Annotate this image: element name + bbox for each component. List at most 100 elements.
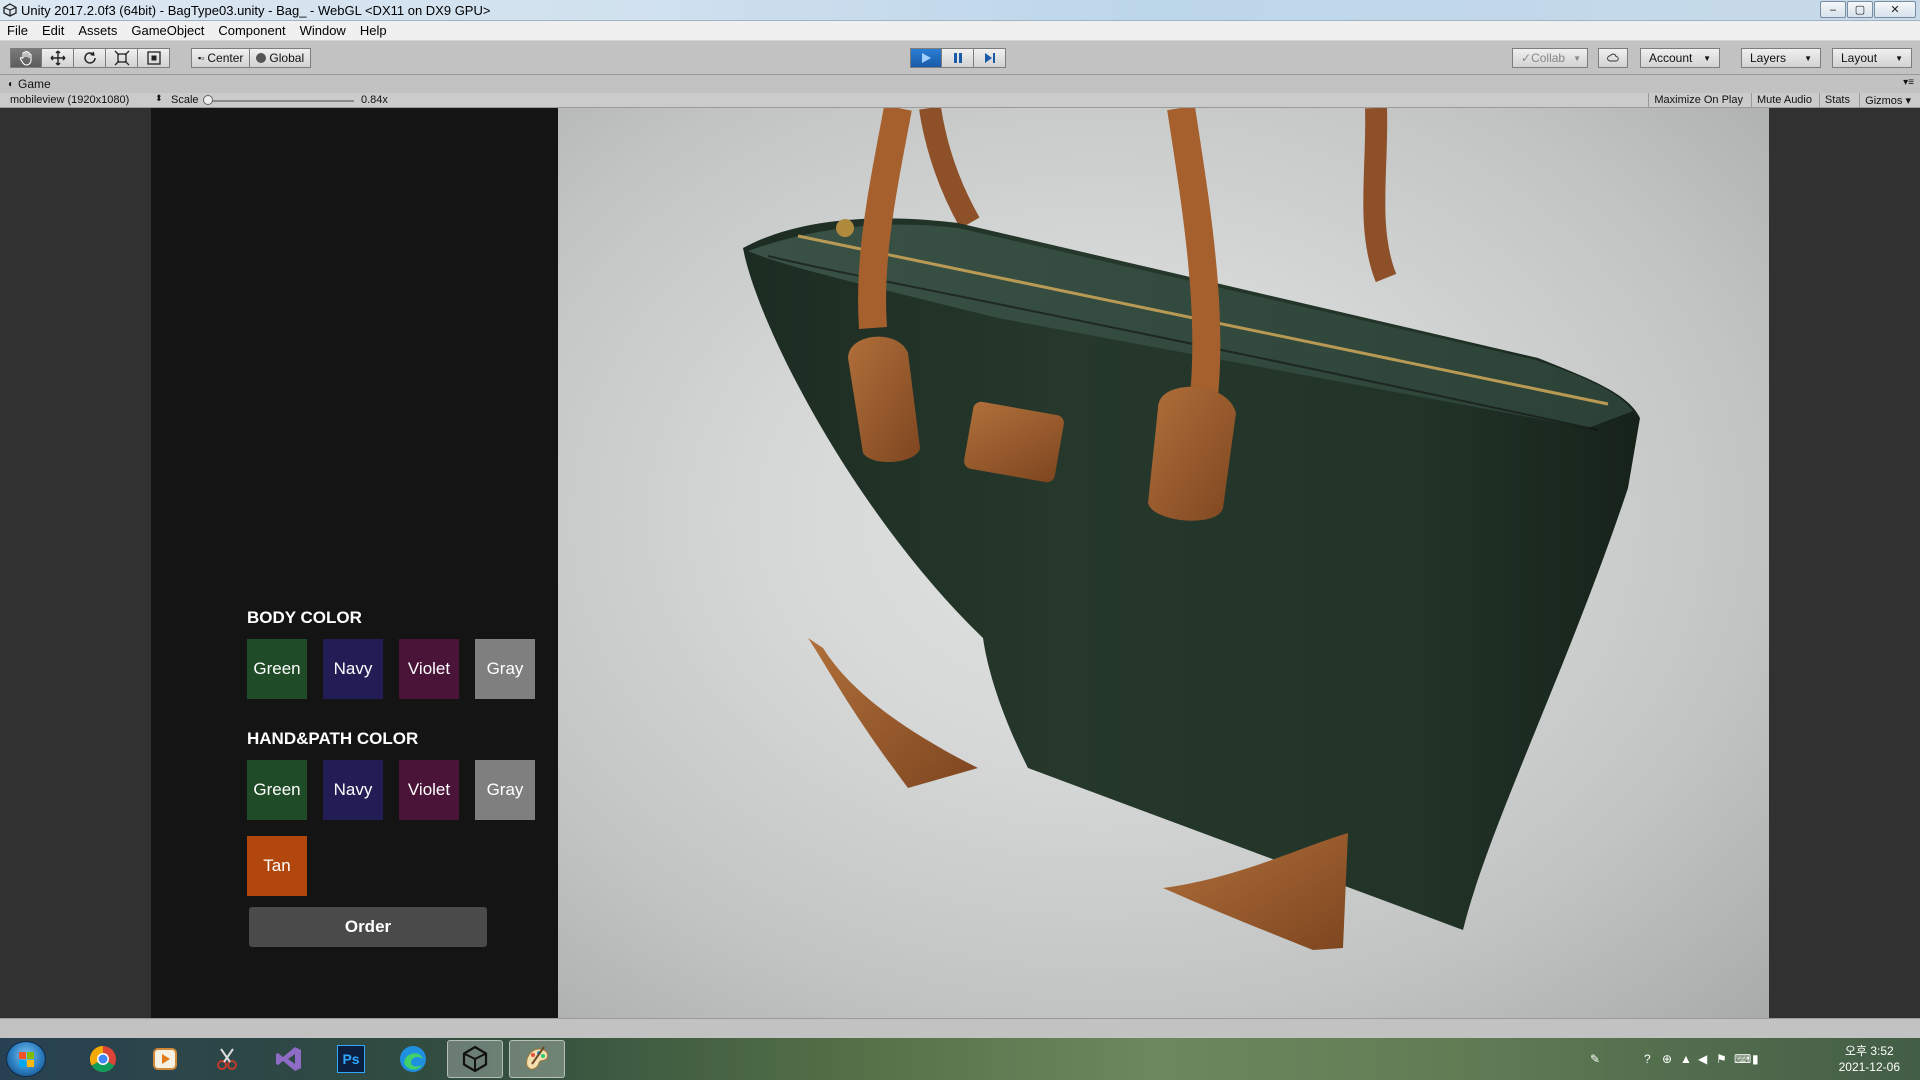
play-button[interactable] <box>910 48 942 68</box>
stats-button[interactable]: Stats <box>1818 93 1855 108</box>
chrome-taskbar-button[interactable] <box>75 1040 131 1078</box>
pivot-rotation-button[interactable]: Global <box>250 48 312 68</box>
account-dropdown[interactable]: Account ▼ <box>1640 48 1720 68</box>
game-tab[interactable]: ◐ Game ▾≡ <box>0 75 1920 93</box>
menu-edit[interactable]: Edit <box>42 23 64 38</box>
clock-date: 2021-12-06 <box>1838 1060 1900 1074</box>
visual-studio-icon <box>276 1047 301 1071</box>
flag-icon[interactable]: ⚑ <box>1716 1052 1727 1066</box>
play-icon <box>922 53 931 63</box>
photoshop-icon: Ps <box>337 1045 365 1073</box>
photoshop-taskbar-button[interactable]: Ps <box>323 1040 379 1078</box>
transform-tools <box>10 48 170 68</box>
pause-icon <box>953 53 962 63</box>
scissors-icon <box>217 1048 237 1070</box>
close-button[interactable]: ✕ <box>1874 1 1916 18</box>
body-color-green-button[interactable]: Green <box>247 639 307 699</box>
pivot-mode-button[interactable]: ▪▫ Center <box>191 48 251 68</box>
start-button[interactable] <box>6 1041 46 1077</box>
clock[interactable]: 오후 3:52 2021-12-06 <box>1839 1043 1900 1075</box>
keyboard-icon[interactable]: ⌨ <box>1734 1052 1751 1066</box>
check-icon: ✓ <box>1521 51 1532 65</box>
show-hidden-icons-icon[interactable]: ▲ <box>1680 1052 1692 1066</box>
pivot-center-icon: ▪▫ <box>198 53 205 63</box>
window-title: Unity 2017.2.0f3 (64bit) - BagType03.uni… <box>21 2 491 18</box>
game-view[interactable]: BODY COLOR Green Navy Violet Gray HAND&P… <box>0 108 1920 1018</box>
snipping-tool-taskbar-button[interactable] <box>199 1040 255 1078</box>
layers-dropdown[interactable]: Layers ▼ <box>1741 48 1821 68</box>
menu-file[interactable]: File <box>7 23 28 38</box>
step-icon <box>984 53 995 63</box>
pivot-mode-label: Center <box>207 51 244 65</box>
minimize-button[interactable]: – <box>1820 1 1846 18</box>
title-bar: Unity 2017.2.0f3 (64bit) - BagType03.uni… <box>0 0 1920 21</box>
hand-color-violet-button[interactable]: Violet <box>399 760 459 820</box>
windows-logo-icon <box>19 1052 34 1067</box>
layout-dropdown[interactable]: Layout ▼ <box>1832 48 1912 68</box>
playback-controls <box>910 48 1006 68</box>
maximize-button[interactable]: ▢ <box>1847 1 1873 18</box>
pivot-toggles: ▪▫ Center Global <box>191 48 312 68</box>
gizmos-button[interactable]: Gizmos ▾ <box>1859 93 1916 108</box>
menu-assets[interactable]: Assets <box>78 23 117 38</box>
volume-icon[interactable]: ◀ <box>1698 1052 1707 1066</box>
media-player-taskbar-button[interactable] <box>137 1040 193 1078</box>
scale-label: Scale <box>171 94 199 106</box>
scale-tool-button[interactable] <box>106 48 138 68</box>
hand-color-green-label: Green <box>253 780 301 799</box>
paint-icon <box>526 1046 549 1070</box>
color-options-panel: BODY COLOR Green Navy Violet Gray HAND&P… <box>151 108 558 1018</box>
maximize-on-play-button[interactable]: Maximize On Play <box>1648 93 1748 108</box>
body-color-gray-button[interactable]: Gray <box>475 639 535 699</box>
chevron-down-icon: ▼ <box>1573 53 1582 63</box>
rect-tool-button[interactable] <box>138 48 170 68</box>
scale-slider-thumb[interactable] <box>203 95 213 105</box>
collab-dropdown[interactable]: ✓ Collab ▼ <box>1512 48 1588 68</box>
game-canvas[interactable]: BODY COLOR Green Navy Violet Gray HAND&P… <box>151 108 1769 1018</box>
menu-window[interactable]: Window <box>300 23 346 38</box>
rotate-tool-button[interactable] <box>74 48 106 68</box>
menu-help[interactable]: Help <box>360 23 387 38</box>
visual-studio-taskbar-button[interactable] <box>261 1040 317 1078</box>
clock-time: 오후 3:52 <box>1844 1044 1894 1058</box>
signal-icon[interactable]: ▮ <box>1752 1052 1759 1066</box>
chevron-down-icon: ▼ <box>1895 53 1903 63</box>
system-tray: ✎ ? ⊕ ▲ ◀ ⚑ ⌨ ▮ 오후 3:52 2021-12-06 <box>1580 1038 1920 1080</box>
menu-gameobject[interactable]: GameObject <box>131 23 204 38</box>
bag-3d-scene[interactable] <box>558 108 1769 1018</box>
hand-tool-button[interactable] <box>10 48 42 68</box>
order-button[interactable]: Order <box>249 907 487 947</box>
body-color-violet-button[interactable]: Violet <box>399 639 459 699</box>
help-icon[interactable]: ? <box>1644 1052 1651 1066</box>
body-color-green-label: Green <box>253 659 301 678</box>
cloud-icon <box>1607 53 1619 62</box>
hand-color-gray-button[interactable]: Gray <box>475 760 535 820</box>
network-adapter-icon[interactable]: ⊕ <box>1662 1052 1672 1066</box>
layout-label: Layout <box>1841 51 1878 65</box>
rect-transform-icon <box>146 51 161 65</box>
scale-slider-track[interactable] <box>207 100 354 102</box>
step-button[interactable] <box>974 48 1006 68</box>
mute-audio-button[interactable]: Mute Audio <box>1750 93 1817 108</box>
chrome-icon <box>89 1045 116 1073</box>
menu-component[interactable]: Component <box>218 23 285 38</box>
hand-color-navy-label: Navy <box>333 780 373 799</box>
unity-taskbar-button[interactable] <box>447 1040 503 1078</box>
pause-button[interactable] <box>942 48 974 68</box>
gizmos-label: Gizmos <box>1865 95 1903 107</box>
hand-color-navy-button[interactable]: Navy <box>323 760 383 820</box>
scale-icon <box>114 50 129 66</box>
paint-taskbar-button[interactable] <box>509 1040 565 1078</box>
cloud-button[interactable] <box>1598 48 1628 68</box>
hand-color-tan-button[interactable]: Tan <box>247 836 307 896</box>
body-color-gray-label: Gray <box>486 659 524 678</box>
move-tool-button[interactable] <box>42 48 74 68</box>
pen-icon[interactable]: ✎ <box>1590 1052 1600 1066</box>
hand-path-color-title: HAND&PATH COLOR <box>247 729 419 748</box>
rotate-icon <box>83 51 96 64</box>
edge-taskbar-button[interactable] <box>385 1040 441 1078</box>
body-color-navy-button[interactable]: Navy <box>323 639 383 699</box>
hand-color-green-button[interactable]: Green <box>247 760 307 820</box>
resolution-dropdown[interactable]: mobileview (1920x1080) <box>10 94 129 106</box>
tab-menu-icon[interactable]: ▾≡ <box>1903 77 1914 88</box>
